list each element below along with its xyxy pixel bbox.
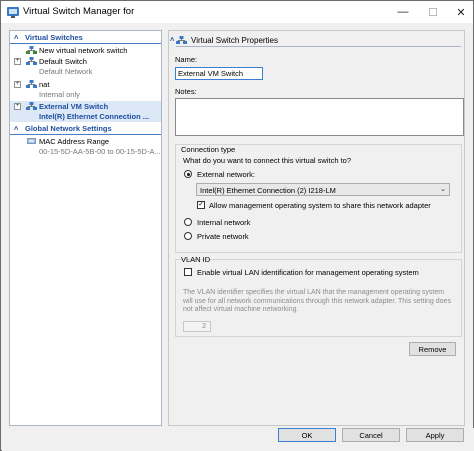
internal-network-radio[interactable] bbox=[184, 218, 192, 226]
notes-label: Notes: bbox=[175, 87, 197, 96]
window-title: Virtual Switch Manager for bbox=[23, 6, 135, 17]
new-switch-icon bbox=[26, 46, 37, 54]
network-adapter-select[interactable]: Intel(R) Ethernet Connection (2) I218-LM… bbox=[196, 183, 450, 196]
mac-address-range-item[interactable]: MAC Address Range bbox=[39, 137, 159, 147]
external-switch-item[interactable]: External VM Switch bbox=[39, 102, 159, 112]
maximize-icon[interactable]: ☐ bbox=[419, 1, 447, 23]
section-global-network-settings[interactable]: Global Network Settings bbox=[25, 124, 155, 134]
chevron-down-icon: ⌄ bbox=[440, 186, 446, 193]
switch-properties-panel: ˄ Virtual Switch Properties Name: Notes:… bbox=[168, 30, 465, 426]
ok-button[interactable]: OK bbox=[278, 428, 336, 442]
default-switch-item[interactable]: Default Switch bbox=[39, 57, 159, 67]
mac-address-range-subtitle: 00-15-5D-AA-5B-00 to 00-15-5D-A... bbox=[39, 147, 161, 156]
network-switch-icon bbox=[26, 102, 37, 110]
external-switch-subtitle: Intel(R) Ethernet Connection ... bbox=[39, 112, 149, 121]
connection-type-legend: Connection type bbox=[181, 145, 236, 154]
dialog-button-bar: OK Cancel Apply bbox=[2, 428, 474, 451]
header-divider bbox=[176, 46, 461, 47]
new-virtual-switch-item[interactable]: New virtual network switch bbox=[39, 46, 159, 56]
vlan-legend: VLAN ID bbox=[181, 255, 211, 264]
mac-address-icon bbox=[27, 138, 36, 144]
network-adapter-value: Intel(R) Ethernet Connection (2) I218-LM bbox=[200, 186, 336, 195]
nat-switch-item[interactable]: nat bbox=[39, 80, 159, 90]
network-switch-icon bbox=[176, 36, 187, 44]
chevron-up-icon[interactable]: ˄ bbox=[170, 35, 174, 44]
vlan-id-spinner[interactable]: 2 bbox=[183, 321, 211, 332]
network-switch-icon bbox=[26, 80, 37, 88]
private-network-radio[interactable] bbox=[184, 232, 192, 240]
allow-management-checkbox[interactable]: ✓ bbox=[197, 201, 205, 209]
enable-vlan-checkbox[interactable] bbox=[184, 268, 192, 276]
allow-management-label[interactable]: Allow management operating system to sha… bbox=[209, 201, 431, 210]
notes-field[interactable] bbox=[175, 98, 464, 136]
minimize-icon[interactable]: — bbox=[389, 1, 417, 23]
enable-vlan-label[interactable]: Enable virtual LAN identification for ma… bbox=[197, 268, 419, 277]
internal-network-label[interactable]: Internal network bbox=[197, 218, 250, 227]
section-divider bbox=[10, 43, 161, 44]
default-switch-subtitle: Default Network bbox=[39, 67, 93, 76]
section-virtual-switches[interactable]: Virtual Switches bbox=[25, 33, 155, 43]
network-switch-icon bbox=[26, 57, 37, 65]
nat-switch-subtitle: Internal only bbox=[39, 90, 80, 99]
expand-icon[interactable]: + bbox=[14, 58, 21, 65]
apply-button[interactable]: Apply bbox=[406, 428, 464, 442]
name-field[interactable] bbox=[175, 67, 263, 80]
private-network-label[interactable]: Private network bbox=[197, 232, 249, 241]
external-network-radio[interactable] bbox=[184, 170, 192, 178]
expand-icon[interactable]: + bbox=[14, 103, 21, 110]
switch-tree-panel[interactable]: ˄ Virtual Switches New virtual network s… bbox=[9, 30, 162, 426]
external-network-label[interactable]: External network: bbox=[197, 170, 255, 179]
title-bar: Virtual Switch Manager for — ☐ ✕ bbox=[1, 1, 473, 23]
section-divider bbox=[10, 134, 161, 135]
cancel-button[interactable]: Cancel bbox=[342, 428, 400, 442]
hyper-v-app-icon bbox=[7, 7, 19, 18]
connection-question: What do you want to connect this virtual… bbox=[183, 156, 351, 165]
expand-icon[interactable]: + bbox=[14, 81, 21, 88]
name-label: Name: bbox=[175, 55, 198, 64]
properties-header: Virtual Switch Properties bbox=[191, 36, 278, 45]
virtual-switch-manager-window: Virtual Switch Manager for — ☐ ✕ ˄ Virtu… bbox=[0, 0, 474, 451]
vlan-description: The VLAN identifier specifies the virtua… bbox=[183, 289, 451, 313]
close-icon[interactable]: ✕ bbox=[447, 1, 474, 23]
remove-button[interactable]: Remove bbox=[409, 342, 456, 356]
